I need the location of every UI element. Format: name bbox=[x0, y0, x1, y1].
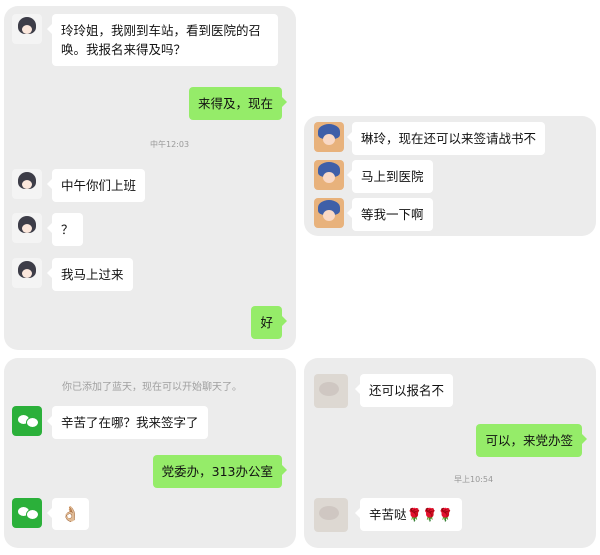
message-row: 玲玲姐，我刚到车站，看到医院的召唤。我报名来得及吗？ bbox=[12, 14, 278, 66]
wechat-avatar[interactable] bbox=[12, 498, 42, 528]
avatar[interactable] bbox=[314, 498, 348, 532]
message-bubble: 我马上过来 bbox=[47, 258, 133, 291]
avatar[interactable] bbox=[12, 213, 42, 243]
message-row: 中午你们上班 bbox=[12, 169, 146, 202]
avatar[interactable] bbox=[12, 258, 42, 288]
my-message-bubble: 可以，来党办签 bbox=[476, 424, 587, 457]
my-message-bubble: 来得及，现在 bbox=[188, 87, 288, 120]
avatar[interactable] bbox=[12, 14, 42, 44]
message-bubble: 琳玲，现在还可以来签请战书不 bbox=[346, 122, 546, 155]
avatar[interactable] bbox=[314, 160, 344, 190]
message-bubble: 等我一下啊 bbox=[347, 198, 433, 231]
ok-hand-emoji-bubble: 👌🏼 bbox=[47, 498, 89, 530]
message-bubble: 辛苦了在哪？我来签字了 bbox=[47, 406, 208, 439]
chat-panel-2: 琳玲，现在还可以来签请战书不 马上到医院 等我一下啊 bbox=[304, 116, 596, 236]
avatar[interactable] bbox=[314, 198, 344, 228]
message-bubble: 马上到医院 bbox=[347, 160, 433, 193]
message-bubble: 玲玲姐，我刚到车站，看到医院的召唤。我报名来得及吗？ bbox=[47, 14, 278, 66]
my-message-bubble: 好 bbox=[251, 306, 287, 339]
message-row: 辛苦哒🌹🌹🌹 bbox=[314, 498, 463, 532]
message-bubble: 还可以报名不 bbox=[354, 374, 454, 407]
message-row: 琳玲，现在还可以来签请战书不 bbox=[314, 122, 546, 155]
chat-panel-1: 玲玲姐，我刚到车站，看到医院的召唤。我报名来得及吗？ 来得及，现在 中午12:0… bbox=[4, 6, 296, 350]
timestamp: 中午12:03 bbox=[150, 140, 190, 149]
message-row: 我马上过来 bbox=[12, 258, 133, 291]
message-row: 等我一下啊 bbox=[314, 198, 433, 231]
message-bubble: 中午你们上班 bbox=[46, 169, 146, 202]
chat-panel-4: 还可以报名不 可以，来党办签 早上10:54 辛苦哒🌹🌹🌹 bbox=[304, 358, 596, 548]
message-row: 辛苦了在哪？我来签字了 bbox=[12, 406, 208, 439]
my-message-bubble: 党委办，313办公室 bbox=[152, 455, 288, 488]
avatar[interactable] bbox=[314, 374, 348, 408]
wechat-avatar[interactable] bbox=[12, 406, 42, 436]
timestamp: 早上10:54 bbox=[454, 475, 494, 484]
message-row: ？ bbox=[12, 213, 83, 246]
chat-panel-3: 你已添加了蓝天，现在可以开始聊天了。 辛苦了在哪？我来签字了 党委办，313办公… bbox=[4, 358, 296, 548]
message-row: 马上到医院 bbox=[314, 160, 433, 193]
message-bubble: ？ bbox=[47, 213, 83, 246]
avatar[interactable] bbox=[12, 169, 42, 199]
message-row: 还可以报名不 bbox=[314, 374, 454, 408]
system-notice: 你已添加了蓝天，现在可以开始聊天了。 bbox=[62, 382, 242, 393]
message-bubble: 辛苦哒🌹🌹🌹 bbox=[354, 498, 463, 531]
message-row: 👌🏼 bbox=[12, 498, 89, 530]
avatar[interactable] bbox=[314, 122, 344, 152]
